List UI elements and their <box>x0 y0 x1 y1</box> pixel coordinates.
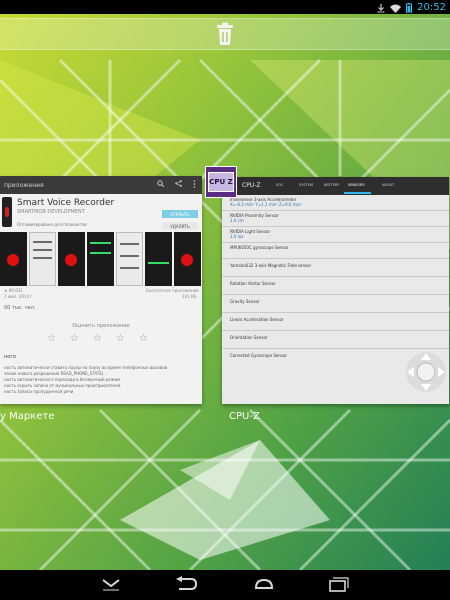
remove-target-bar[interactable] <box>0 18 450 50</box>
collapse-icon[interactable] <box>101 576 121 596</box>
star-icon[interactable]: ☆ <box>93 333 102 344</box>
optimized-label: Оптимизировано для планшетов <box>17 222 87 227</box>
sensor-row: Rotation Vector Sensor <box>222 277 449 295</box>
sensor-row: Gravity Sensor <box>222 295 449 313</box>
sensor-name: Linear Acceleration Sensor <box>230 317 284 322</box>
description-line: чение нового разрешения READ_PHONE_STATE… <box>4 371 104 376</box>
clock: 20:52 <box>417 1 446 13</box>
star-icon[interactable]: ☆ <box>47 333 56 344</box>
cpu-z-app-icon[interactable]: CPU Z <box>205 166 237 198</box>
app-bar-title: CPU-Z <box>242 182 261 189</box>
tab-about[interactable]: ABOUT <box>382 183 394 187</box>
open-button[interactable]: ОТКРЫТЬ <box>162 210 198 218</box>
sensor-value: X=-0.2 m/s² Y=1.1 m/s² Z=9.6 m/s² <box>230 202 302 207</box>
wifi-icon <box>390 0 402 17</box>
screenshot[interactable] <box>0 232 27 286</box>
active-tab-indicator <box>344 192 371 194</box>
app-bar: CPU-Z SOC SYSTEM BATTERY SENSORS ABOUT <box>222 177 449 195</box>
sensor-name: MPU6050C gyroscope Sensor <box>230 245 289 250</box>
developer-name[interactable]: SMARTMOB DEVELOPMENT <box>17 209 85 215</box>
price-label: Бесплатное приложение <box>146 288 199 293</box>
sensor-name: Orientation Sensor <box>230 335 268 340</box>
description-line: ность скрыть записи от музыкальных проиг… <box>4 383 121 388</box>
screenshot[interactable] <box>174 232 201 286</box>
app-bar: приложения <box>0 176 202 194</box>
screenshots-strip[interactable] <box>0 232 202 286</box>
app-size: 241 КБ <box>182 294 197 299</box>
recents-icon[interactable] <box>327 576 351 596</box>
sensor-row: Orientation Sensor <box>222 331 449 349</box>
rate-app-label: Оценить приложение <box>72 323 130 329</box>
back-icon[interactable] <box>174 576 198 596</box>
tab-system[interactable]: SYSTEM <box>299 183 313 187</box>
navigation-bar <box>0 570 450 600</box>
star-icon[interactable]: ☆ <box>116 333 125 344</box>
tab-battery[interactable]: BATTERY <box>324 183 339 187</box>
description-line: ность записи пропущенной речи <box>4 389 74 394</box>
sensor-row: Yamaha032 3-axis Magnetic Field sensor <box>222 259 449 277</box>
screenshot[interactable] <box>116 232 143 286</box>
sensor-name: Gravity Sensor <box>230 299 260 304</box>
home-icon[interactable] <box>252 576 276 596</box>
tab-sensors[interactable]: SENSORS <box>348 183 365 187</box>
recent-app-card-play-store[interactable]: приложения Smart Voice Recorder SMARTMOB… <box>0 176 202 404</box>
screenshot[interactable] <box>29 232 56 286</box>
rating-count: ★ 89 631 <box>4 288 23 293</box>
description-line: ность автоматически ставить паузы на пау… <box>4 365 168 370</box>
tab-soc[interactable]: SOC <box>276 183 283 187</box>
app-title: Smart Voice Recorder <box>17 198 115 208</box>
share-icon[interactable] <box>175 180 182 190</box>
description-title: ного <box>4 354 17 360</box>
status-bar: 20:52 <box>0 0 450 14</box>
sensor-row: Invensense 3-axis Accelerometer X=-0.2 m… <box>222 195 449 211</box>
uninstall-button[interactable]: УДАЛИТЬ <box>162 222 198 230</box>
downloads: 00 тыс. чел. <box>4 305 36 311</box>
sensor-value: 1.0 cm <box>230 218 244 223</box>
star-icon[interactable]: ☆ <box>70 333 79 344</box>
app-bar-title: приложения <box>4 181 44 189</box>
star-icon[interactable]: ☆ <box>139 333 148 344</box>
description-line: ность автоматического перехода в беззвуч… <box>4 377 121 382</box>
overflow-menu-icon[interactable] <box>193 180 196 190</box>
rating-stars[interactable]: ☆ ☆ ☆ ☆ ☆ <box>47 333 148 344</box>
search-icon[interactable] <box>157 180 165 190</box>
sensor-name: Rotation Vector Sensor <box>230 281 276 286</box>
sensor-row: Linear Acceleration Sensor <box>222 313 449 331</box>
trash-icon[interactable] <box>216 22 234 50</box>
battery-icon <box>406 0 413 17</box>
recent-app-caption[interactable]: CPU-Z <box>229 411 260 422</box>
sensor-row: MPU6050C gyroscope Sensor <box>222 243 449 259</box>
sensor-row: NVIDIA Proximity Sensor 1.0 cm <box>222 211 449 227</box>
app-icon <box>2 197 12 227</box>
screenshot[interactable] <box>87 232 114 286</box>
sensor-row: NVIDIA Light Sensor 1.0 lux <box>222 227 449 243</box>
sensor-value: 1.0 lux <box>230 234 244 239</box>
sensor-name: Yamaha032 3-axis Magnetic Field sensor <box>230 263 312 268</box>
screenshot[interactable] <box>145 232 172 286</box>
recent-app-caption[interactable]: у Маркете <box>0 411 54 422</box>
screenshot[interactable] <box>58 232 85 286</box>
cpu-z-logo: CPU Z <box>208 172 234 192</box>
update-date: 1 июл. 2014 г. <box>4 294 34 299</box>
download-icon <box>377 0 385 17</box>
directional-pad-icon[interactable] <box>404 350 448 394</box>
